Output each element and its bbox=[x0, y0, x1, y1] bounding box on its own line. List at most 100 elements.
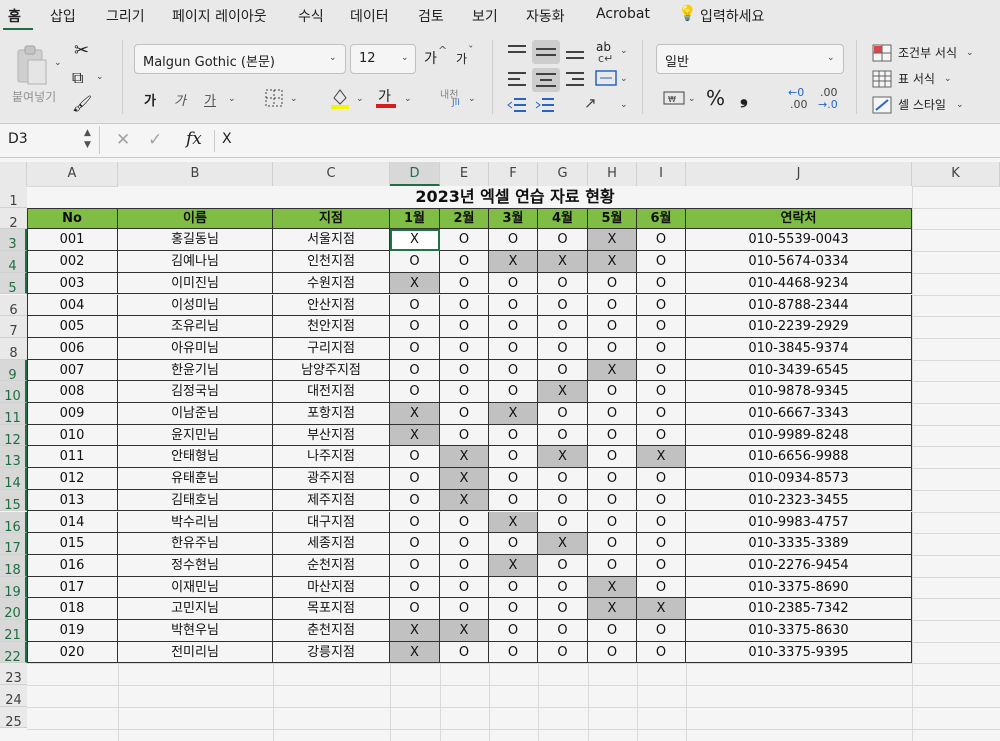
table-cell[interactable]: O bbox=[440, 554, 489, 577]
table-cell[interactable]: 010-4468-9234 bbox=[686, 272, 912, 295]
table-cell[interactable]: 홍길동님 bbox=[118, 229, 273, 252]
table-cell[interactable]: O bbox=[637, 316, 686, 338]
table-cell[interactable]: 마산지점 bbox=[273, 576, 390, 599]
table-cell[interactable]: O bbox=[588, 489, 637, 512]
table-cell[interactable]: O bbox=[440, 381, 489, 403]
table-cell[interactable]: 010-9989-8248 bbox=[686, 424, 912, 447]
table-cell[interactable]: O bbox=[440, 229, 489, 252]
table-cell[interactable]: O bbox=[489, 620, 538, 642]
table-cell[interactable]: X bbox=[440, 620, 489, 642]
table-cell[interactable]: 서울지점 bbox=[273, 229, 390, 252]
table-cell[interactable]: O bbox=[637, 359, 686, 382]
ribbon-tab-5[interactable]: 수식 bbox=[298, 6, 324, 26]
paste-label[interactable]: 붙여넣기 bbox=[12, 88, 56, 105]
table-cell[interactable]: 010-5674-0334 bbox=[686, 251, 912, 273]
table-cell[interactable]: O bbox=[538, 641, 588, 664]
ribbon-tab-9[interactable]: 자동화 bbox=[526, 6, 565, 26]
table-cell[interactable]: 010-6656-9988 bbox=[686, 446, 912, 469]
table-cell[interactable]: 전미리님 bbox=[118, 641, 273, 664]
table-cell[interactable]: 010 bbox=[27, 424, 118, 447]
table-cell[interactable]: 010-2276-9454 bbox=[686, 554, 912, 577]
format-table-label[interactable]: 표 서식 bbox=[898, 70, 935, 87]
table-cell[interactable]: 008 bbox=[27, 381, 118, 403]
ribbon-tab-7[interactable]: 검토 bbox=[418, 6, 444, 26]
table-cell[interactable]: O bbox=[637, 251, 686, 273]
table-cell[interactable]: O bbox=[489, 468, 538, 490]
table-header-cell[interactable]: 지점 bbox=[273, 207, 390, 230]
table-cell[interactable]: O bbox=[588, 424, 637, 447]
format-table-icon[interactable] bbox=[872, 70, 892, 92]
table-cell[interactable]: O bbox=[489, 229, 538, 252]
table-cell[interactable]: O bbox=[588, 403, 637, 425]
cell-styles-icon[interactable] bbox=[872, 96, 892, 118]
table-cell[interactable]: O bbox=[637, 337, 686, 360]
cell-styles-dropdown-icon[interactable]: ⌄ bbox=[956, 100, 964, 110]
table-cell[interactable]: O bbox=[489, 337, 538, 360]
table-cell[interactable]: O bbox=[538, 229, 588, 252]
table-cell[interactable]: 013 bbox=[27, 489, 118, 512]
table-cell[interactable]: X bbox=[440, 468, 489, 490]
table-cell[interactable]: 김정국님 bbox=[118, 381, 273, 403]
table-cell[interactable]: O bbox=[440, 316, 489, 338]
table-cell[interactable]: 천안지점 bbox=[273, 316, 390, 338]
table-cell[interactable]: X bbox=[390, 424, 440, 447]
table-cell[interactable]: 유태훈님 bbox=[118, 468, 273, 490]
shrink-font-button[interactable]: 가 bbox=[456, 50, 467, 67]
table-cell[interactable]: 010-2323-3455 bbox=[686, 489, 912, 512]
align-middle-icon[interactable] bbox=[532, 40, 560, 64]
table-cell[interactable]: X bbox=[538, 381, 588, 403]
table-cell[interactable]: 제주지점 bbox=[273, 489, 390, 512]
table-cell[interactable]: X bbox=[489, 554, 538, 577]
table-cell[interactable]: O bbox=[489, 489, 538, 512]
table-cell[interactable]: O bbox=[637, 554, 686, 577]
percent-button[interactable]: % bbox=[706, 86, 725, 110]
formula-input[interactable]: X bbox=[222, 131, 232, 147]
table-cell[interactable]: O bbox=[489, 533, 538, 555]
table-cell[interactable]: X bbox=[440, 489, 489, 512]
table-cell[interactable]: O bbox=[390, 381, 440, 403]
table-cell[interactable]: 010-9878-9345 bbox=[686, 381, 912, 403]
table-cell[interactable]: O bbox=[489, 576, 538, 599]
table-cell[interactable]: O bbox=[637, 620, 686, 642]
ribbon-tab-2[interactable]: 삽입 bbox=[50, 6, 76, 26]
table-cell[interactable]: 002 bbox=[27, 251, 118, 273]
table-cell[interactable]: 010-2239-2929 bbox=[686, 316, 912, 338]
paste-dropdown-icon[interactable]: ⌄ bbox=[54, 58, 62, 68]
table-cell[interactable]: O bbox=[440, 598, 489, 620]
table-cell[interactable]: X bbox=[588, 359, 637, 382]
table-cell[interactable]: 김예나님 bbox=[118, 251, 273, 273]
number-format-select[interactable]: 일반 ⌄ bbox=[656, 44, 844, 74]
table-cell[interactable]: X bbox=[390, 272, 440, 295]
table-cell[interactable]: X bbox=[538, 533, 588, 555]
table-cell[interactable]: X bbox=[637, 446, 686, 469]
orientation-dropdown-icon[interactable]: ⌄ bbox=[620, 100, 628, 110]
table-cell[interactable]: O bbox=[538, 316, 588, 338]
table-cell[interactable]: X bbox=[489, 511, 538, 534]
font-name-select[interactable]: Malgun Gothic (본문) ⌄ bbox=[134, 44, 346, 74]
table-cell[interactable]: O bbox=[390, 511, 440, 534]
cut-icon[interactable]: ✂ bbox=[74, 40, 89, 61]
table-cell[interactable]: O bbox=[538, 359, 588, 382]
table-cell[interactable]: O bbox=[440, 359, 489, 382]
table-cell[interactable]: X bbox=[588, 251, 637, 273]
table-cell[interactable]: O bbox=[637, 468, 686, 490]
italic-button[interactable]: 가 bbox=[174, 90, 186, 109]
table-cell[interactable]: 순천지점 bbox=[273, 554, 390, 577]
table-cell[interactable]: X bbox=[489, 403, 538, 425]
table-cell[interactable]: O bbox=[637, 641, 686, 664]
table-cell[interactable]: 정수현님 bbox=[118, 554, 273, 577]
underline-button[interactable]: 가 bbox=[204, 90, 216, 109]
table-cell[interactable]: O bbox=[588, 554, 637, 577]
table-cell[interactable]: 010-2385-7342 bbox=[686, 598, 912, 620]
table-cell[interactable]: O bbox=[637, 511, 686, 534]
table-cell[interactable]: O bbox=[390, 251, 440, 273]
table-cell[interactable]: O bbox=[440, 576, 489, 599]
table-cell[interactable]: O bbox=[637, 272, 686, 295]
cell-styles-label[interactable]: 셀 스타일 bbox=[898, 96, 946, 113]
table-header-cell[interactable]: 6월 bbox=[637, 207, 686, 230]
table-cell[interactable]: O bbox=[538, 337, 588, 360]
format-painter-icon[interactable]: 🖌 bbox=[72, 94, 92, 113]
table-cell[interactable]: O bbox=[538, 294, 588, 317]
table-cell[interactable]: O bbox=[538, 272, 588, 295]
table-cell[interactable]: 구리지점 bbox=[273, 337, 390, 360]
